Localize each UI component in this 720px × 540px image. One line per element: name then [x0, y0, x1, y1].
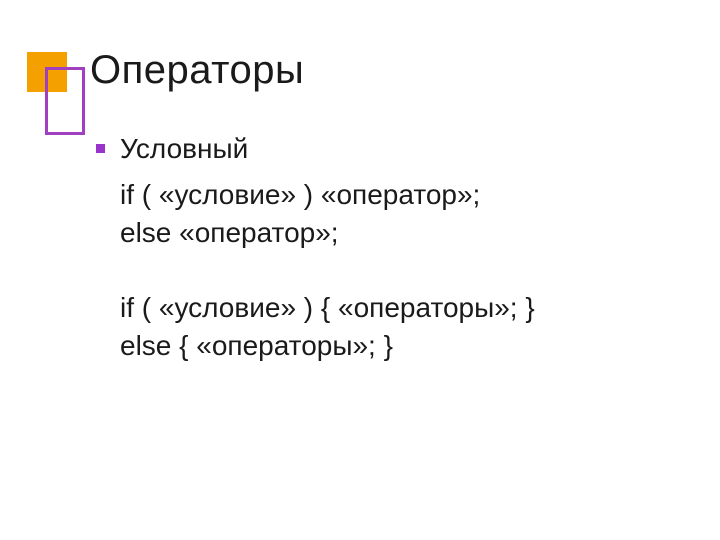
content-group-2: if ( «условие» ) { «операторы»; } else {…: [120, 289, 680, 365]
slide: Операторы Условный if ( «условие» ) «опе…: [0, 0, 720, 540]
code-line: if ( «условие» ) «оператор»;: [120, 176, 680, 214]
code-line: if ( «условие» ) { «операторы»; }: [120, 289, 680, 327]
code-line: else «оператор»;: [120, 214, 680, 252]
decor-rect-purple: [45, 67, 85, 135]
square-bullet-icon: [96, 144, 105, 153]
slide-title: Операторы: [90, 48, 304, 93]
bullet-label: Условный: [120, 133, 248, 164]
bullet-item: Условный: [120, 130, 680, 168]
code-line: else { «операторы»; }: [120, 327, 680, 365]
content-group-1: Условный if ( «условие» ) «оператор»; el…: [120, 130, 680, 251]
slide-content: Условный if ( «условие» ) «оператор»; el…: [120, 130, 680, 403]
